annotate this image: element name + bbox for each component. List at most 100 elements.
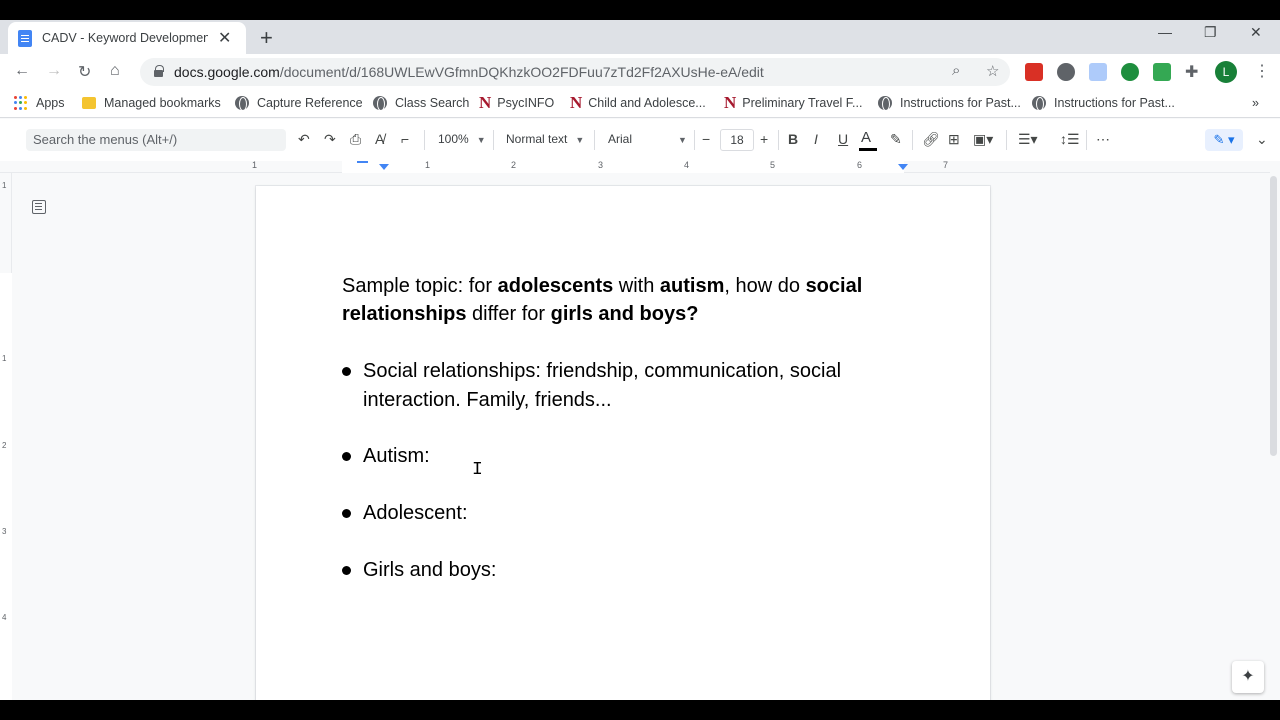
browser-menu-icon[interactable]: ⋮: [1254, 61, 1270, 81]
bookmark-star-icon[interactable]: ☆: [986, 62, 999, 80]
restore-icon[interactable]: ❐: [1204, 24, 1217, 41]
link-icon[interactable]: 🔗︎: [922, 131, 940, 148]
reload-icon[interactable]: ↻: [78, 62, 91, 82]
more-bookmarks-chevron-icon[interactable]: »: [1252, 96, 1259, 110]
new-tab-plus-icon[interactable]: +: [260, 25, 273, 51]
font-value: Arial: [608, 132, 633, 146]
navigation-bar: ← → ↻ ⌂ docs.google.com/document/d/168UW…: [0, 54, 1280, 90]
bookmark-managed[interactable]: Managed bookmarks: [82, 96, 221, 110]
lock-icon: [154, 65, 164, 77]
font-dropdown[interactable]: Arial ▼: [608, 132, 687, 146]
close-icon[interactable]: ✕: [218, 28, 231, 48]
bold-icon[interactable]: B: [788, 131, 798, 147]
document-page[interactable]: Sample topic: for adolescents with autis…: [256, 186, 990, 706]
text-color-icon[interactable]: A: [858, 129, 878, 151]
bullet-item-autism[interactable]: Autism:: [342, 442, 803, 471]
horizontal-ruler[interactable]: 1 1 2 3 4 5 6 7: [0, 160, 1270, 173]
toolbar-divider: [493, 130, 494, 150]
document-outline-icon[interactable]: [32, 200, 46, 214]
caret-down-icon: ▼: [575, 135, 585, 145]
paint-format-icon[interactable]: ⌐: [401, 131, 409, 147]
vertical-scrollbar[interactable]: [1268, 173, 1280, 700]
docs-toolbar: Search the menus (Alt+/) ↶ ↷ ⎙ A̸ ⌐ 100%…: [0, 119, 1280, 161]
bookmark-instructions-1[interactable]: Instructions for Past...: [878, 96, 1021, 111]
font-size-input[interactable]: 18: [720, 129, 754, 151]
pdf-extension-icon[interactable]: [1025, 63, 1043, 81]
zoom-magnifier-icon[interactable]: ⌕: [952, 62, 960, 79]
toolbar-divider: [694, 130, 695, 150]
globe-icon: [235, 96, 249, 111]
close-window-icon[interactable]: ✕: [1250, 24, 1262, 41]
bullet-item-social-relationships[interactable]: Social relationships: friendship, commun…: [342, 357, 893, 414]
increase-font-size-icon[interactable]: +: [760, 131, 768, 147]
align-left-icon[interactable]: ☰▾: [1018, 131, 1038, 148]
sample-topic-paragraph[interactable]: Sample topic: for adolescents with autis…: [342, 272, 902, 328]
more-options-icon[interactable]: ⋯: [1096, 131, 1110, 148]
underline-icon[interactable]: U: [838, 131, 848, 147]
tab-strip: CADV - Keyword Development - ✕ + — ❐ ✕: [0, 20, 1280, 54]
italic-icon[interactable]: I: [814, 131, 818, 147]
right-indent-marker[interactable]: [898, 164, 908, 170]
collapse-chevron-icon[interactable]: ⌄: [1256, 131, 1268, 148]
editing-mode-button[interactable]: ✎ ▾: [1205, 129, 1243, 151]
vertical-ruler-number: 1: [2, 354, 7, 363]
bookmark-capture-reference[interactable]: Capture Reference: [235, 96, 363, 111]
style-value: Normal text: [506, 132, 568, 146]
caret-down-icon: ▼: [476, 135, 486, 145]
extension-icon[interactable]: [1057, 63, 1075, 81]
bookmark-label: Instructions for Past...: [1054, 96, 1175, 110]
forward-arrow-icon[interactable]: →: [46, 62, 62, 80]
url-text: docs.google.com/document/d/168UWLEwVGfmn…: [174, 64, 764, 80]
print-icon[interactable]: ⎙: [350, 131, 361, 148]
bookmark-apps[interactable]: Apps: [14, 96, 65, 110]
redo-icon[interactable]: ↷: [324, 131, 336, 148]
docs-extension-icon[interactable]: [1089, 63, 1107, 81]
profile-avatar[interactable]: L: [1215, 61, 1237, 83]
explore-button[interactable]: ✦: [1232, 661, 1264, 693]
bullet-item-girls-and-boys[interactable]: Girls and boys:: [342, 556, 803, 585]
ruler-number: 2: [511, 160, 517, 170]
decrease-font-size-icon[interactable]: −: [702, 131, 710, 147]
left-indent-marker[interactable]: [379, 164, 389, 170]
bookmark-class-search[interactable]: Class Search: [373, 96, 469, 111]
sheets-extension-icon[interactable]: [1153, 63, 1171, 81]
n-logo-icon: N: [724, 93, 737, 112]
style-dropdown[interactable]: Normal text ▼: [506, 132, 584, 146]
vertical-ruler-number: 2: [2, 441, 7, 450]
bookmark-psycinfo[interactable]: N PsycINFO: [479, 94, 554, 111]
home-icon[interactable]: ⌂: [110, 62, 120, 80]
bookmark-instructions-2[interactable]: Instructions for Past...: [1032, 96, 1175, 111]
bookmark-child-adolescent[interactable]: N Child and Adolesce...: [570, 94, 706, 111]
undo-icon[interactable]: ↶: [298, 131, 310, 148]
comment-icon[interactable]: ⊞: [948, 131, 960, 148]
bullet-item-adolescent[interactable]: Adolescent:: [342, 499, 803, 528]
browser-tab-active[interactable]: CADV - Keyword Development - ✕: [8, 22, 246, 54]
apps-grid-icon: [14, 96, 28, 110]
puzzle-extensions-icon[interactable]: ✚: [1185, 62, 1198, 82]
vertical-ruler-number: 4: [2, 613, 7, 622]
vertical-ruler-number: 3: [2, 527, 7, 536]
grammar-extension-icon[interactable]: [1121, 63, 1139, 81]
topic-text: Sample topic: for: [342, 275, 498, 297]
zoom-dropdown[interactable]: 100% ▼: [438, 132, 486, 146]
screen: CADV - Keyword Development - ✕ + — ❐ ✕ ←…: [0, 0, 1280, 720]
scrollbar-thumb[interactable]: [1270, 176, 1277, 456]
minimize-icon[interactable]: —: [1158, 24, 1172, 40]
toolbar-divider: [912, 130, 913, 150]
back-arrow-icon[interactable]: ←: [14, 62, 30, 80]
bookmark-label: Child and Adolesce...: [588, 96, 706, 110]
highlight-icon[interactable]: ✎: [890, 131, 902, 148]
bullet-icon: [342, 452, 351, 461]
toolbar-divider: [1086, 130, 1087, 150]
bookmark-preliminary-travel[interactable]: N Preliminary Travel F...: [724, 93, 862, 112]
line-spacing-icon[interactable]: ↕☰: [1060, 131, 1080, 148]
address-bar[interactable]: docs.google.com/document/d/168UWLEwVGfmn…: [140, 58, 1010, 86]
insert-image-icon[interactable]: ▣▾: [973, 131, 993, 148]
first-line-indent-marker[interactable]: [357, 161, 368, 163]
zoom-value: 100%: [438, 132, 469, 146]
spellcheck-icon[interactable]: A̸: [375, 131, 384, 147]
bullet-text: Social relationships: friendship, commun…: [363, 360, 842, 411]
menu-search-input[interactable]: Search the menus (Alt+/): [26, 129, 286, 151]
vertical-ruler[interactable]: 1 1 2 3 4: [0, 173, 12, 700]
text-cursor-icon: I: [472, 460, 483, 480]
